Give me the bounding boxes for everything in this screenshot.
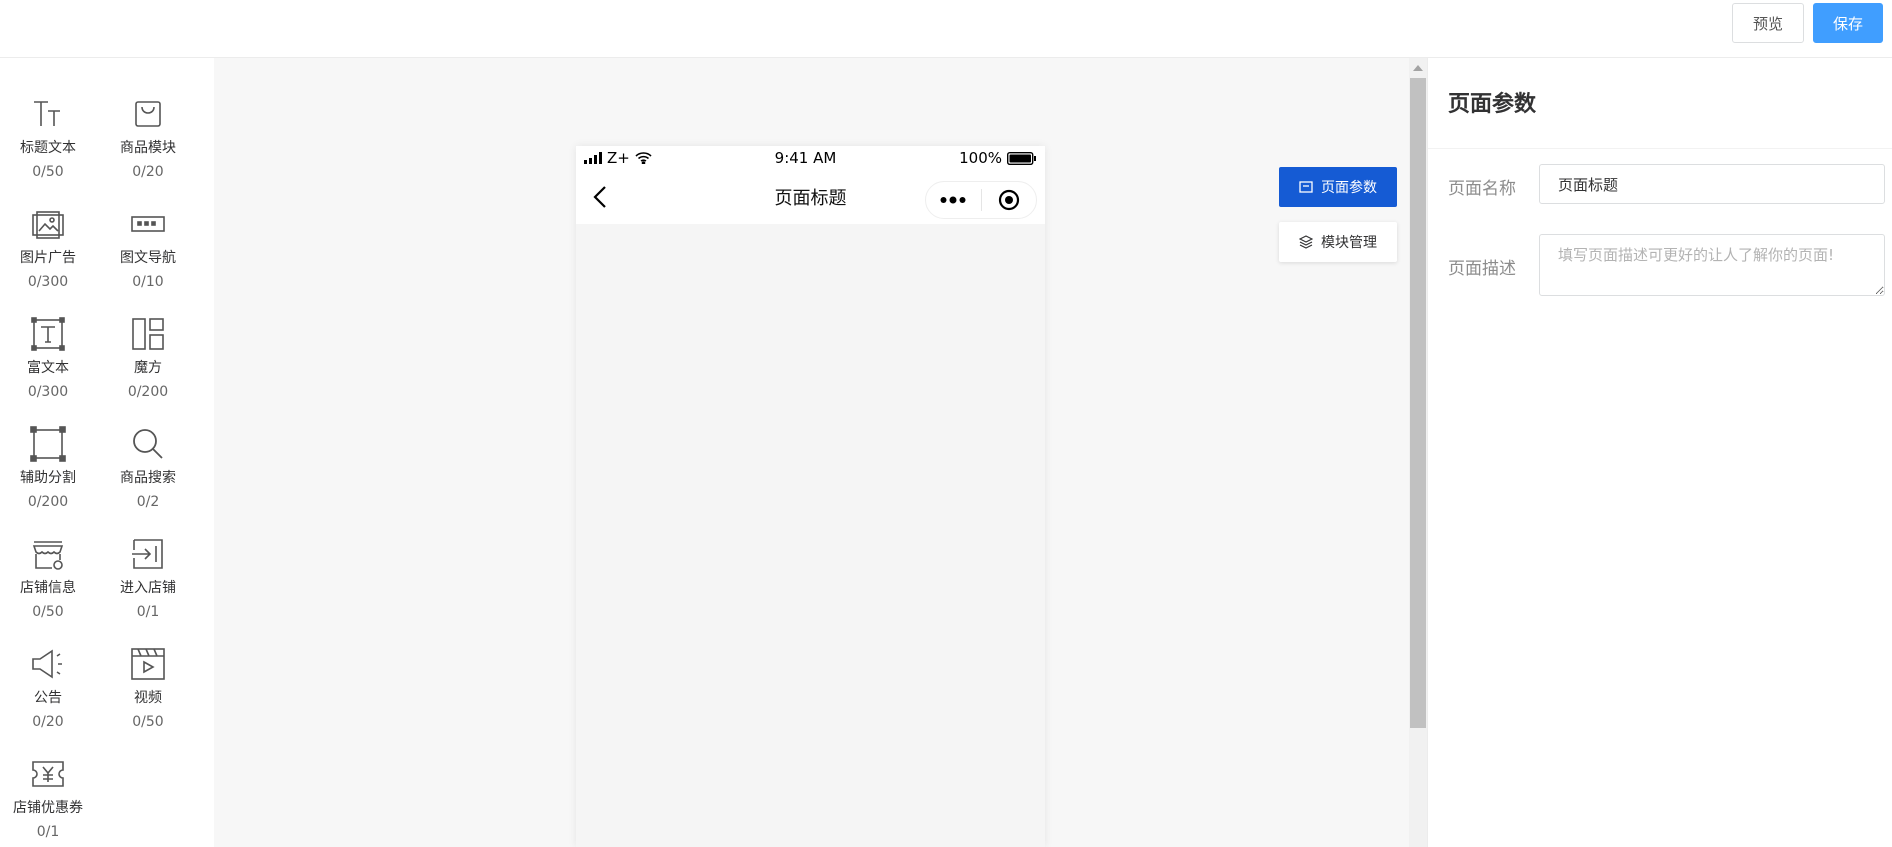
page-desc-label: 页面描述 <box>1448 259 1516 279</box>
tab-label: 模块管理 <box>1321 235 1377 251</box>
preview-button[interactable]: 预览 <box>1732 3 1804 43</box>
component-enter-store[interactable]: 进入店铺 0/1 <box>98 534 198 622</box>
page-desc-textarea[interactable] <box>1539 234 1885 296</box>
component-image-text-nav[interactable]: 图文导航 0/10 <box>98 204 198 292</box>
component-title-text[interactable]: 标题文本 0/50 <box>0 94 98 182</box>
search-icon <box>133 429 163 459</box>
component-name: 商品模块 <box>120 140 176 156</box>
component-name: 商品搜索 <box>120 470 176 486</box>
target-circle-icon <box>998 189 1019 211</box>
wifi-icon <box>635 152 652 164</box>
component-name: 店铺信息 <box>20 580 76 596</box>
component-goods-search[interactable]: 商品搜索 0/2 <box>98 424 198 512</box>
component-video[interactable]: 视频 0/50 <box>98 644 198 732</box>
more-button[interactable] <box>926 182 981 218</box>
canvas-scrollbar[interactable] <box>1409 58 1427 847</box>
component-rich-text[interactable]: 富文本 0/300 <box>0 314 98 402</box>
component-coupon[interactable]: 店铺优惠券 0/1 <box>0 754 98 842</box>
mini-program-capsule <box>925 181 1037 219</box>
more-dots-icon <box>940 196 966 204</box>
component-count: 0/2 <box>136 494 160 510</box>
video-icon <box>131 648 165 680</box>
tab-label: 页面参数 <box>1321 180 1377 196</box>
image-text-nav-icon <box>131 216 165 232</box>
component-count: 0/10 <box>132 274 164 290</box>
rich-text-icon <box>31 317 65 351</box>
store-info-icon <box>32 541 64 570</box>
component-count: 0/200 <box>127 384 169 400</box>
panel-title: 页面参数 <box>1448 92 1537 117</box>
save-button[interactable]: 保存 <box>1813 3 1883 43</box>
page-name-label: 页面名称 <box>1448 179 1516 199</box>
component-name: 魔方 <box>134 360 162 376</box>
component-name: 店铺优惠券 <box>13 800 83 816</box>
status-time: 9:41 AM <box>774 149 837 167</box>
component-count: 0/20 <box>132 164 164 180</box>
page-icon <box>1299 181 1313 193</box>
component-count: 0/300 <box>27 274 69 290</box>
megaphone-icon <box>32 649 62 679</box>
component-count: 0/1 <box>36 824 60 840</box>
carrier-label: Z+ <box>607 149 630 167</box>
shopping-bag-icon <box>135 101 161 127</box>
component-name: 辅助分割 <box>20 470 76 486</box>
component-notice[interactable]: 公告 0/20 <box>0 644 98 732</box>
component-name: 视频 <box>134 690 162 706</box>
phone-status-bar: Z+ 9:41 AM 100% <box>576 146 1045 170</box>
cube-layout-icon <box>132 318 164 350</box>
component-count: 0/20 <box>32 714 64 730</box>
component-count: 0/300 <box>27 384 69 400</box>
component-name: 进入店铺 <box>120 580 176 596</box>
component-count: 0/200 <box>27 494 69 510</box>
page-name-input[interactable] <box>1539 164 1885 204</box>
close-capsule-button[interactable] <box>982 182 1037 218</box>
component-panel: 标题文本 0/50 商品模块 0/20 图片广告 0/300 图文导航 0/10… <box>0 58 214 847</box>
component-store-info[interactable]: 店铺信息 0/50 <box>0 534 98 622</box>
editor-canvas: Z+ 9:41 AM 100% 页面标题 <box>214 58 1409 847</box>
coupon-icon <box>32 761 64 787</box>
component-count: 0/50 <box>132 714 164 730</box>
component-count: 0/50 <box>32 604 64 620</box>
scroll-up-arrow-icon[interactable] <box>1413 65 1423 71</box>
phone-preview: Z+ 9:41 AM 100% 页面标题 <box>576 146 1045 847</box>
component-image-ad[interactable]: 图片广告 0/300 <box>0 204 98 292</box>
divider-icon <box>30 426 66 462</box>
top-toolbar: 预览 保存 <box>0 0 1892 58</box>
signal-icon <box>584 152 602 164</box>
page-params-panel: 页面参数 页面名称 页面描述 <box>1427 58 1892 847</box>
component-name: 图文导航 <box>120 250 176 266</box>
tab-page-params[interactable]: 页面参数 <box>1279 167 1397 207</box>
panel-divider <box>1428 148 1892 149</box>
scrollbar-thumb[interactable] <box>1410 78 1426 728</box>
title-text-icon <box>34 101 60 126</box>
component-count: 0/50 <box>32 164 64 180</box>
battery-icon <box>1007 151 1036 165</box>
image-ad-icon <box>32 211 64 239</box>
component-name: 公告 <box>34 690 62 706</box>
phone-nav-bar: 页面标题 <box>576 170 1045 224</box>
component-count: 0/1 <box>136 604 160 620</box>
component-name: 图片广告 <box>20 250 76 266</box>
tab-module-management[interactable]: 模块管理 <box>1279 222 1397 262</box>
layers-icon <box>1299 235 1313 249</box>
component-name: 标题文本 <box>20 140 76 156</box>
battery-label: 100% <box>959 149 1002 167</box>
component-cube[interactable]: 魔方 0/200 <box>98 314 198 402</box>
component-name: 富文本 <box>27 360 69 376</box>
enter-store-icon <box>132 539 163 569</box>
component-divider[interactable]: 辅助分割 0/200 <box>0 424 98 512</box>
component-goods[interactable]: 商品模块 0/20 <box>98 94 198 182</box>
